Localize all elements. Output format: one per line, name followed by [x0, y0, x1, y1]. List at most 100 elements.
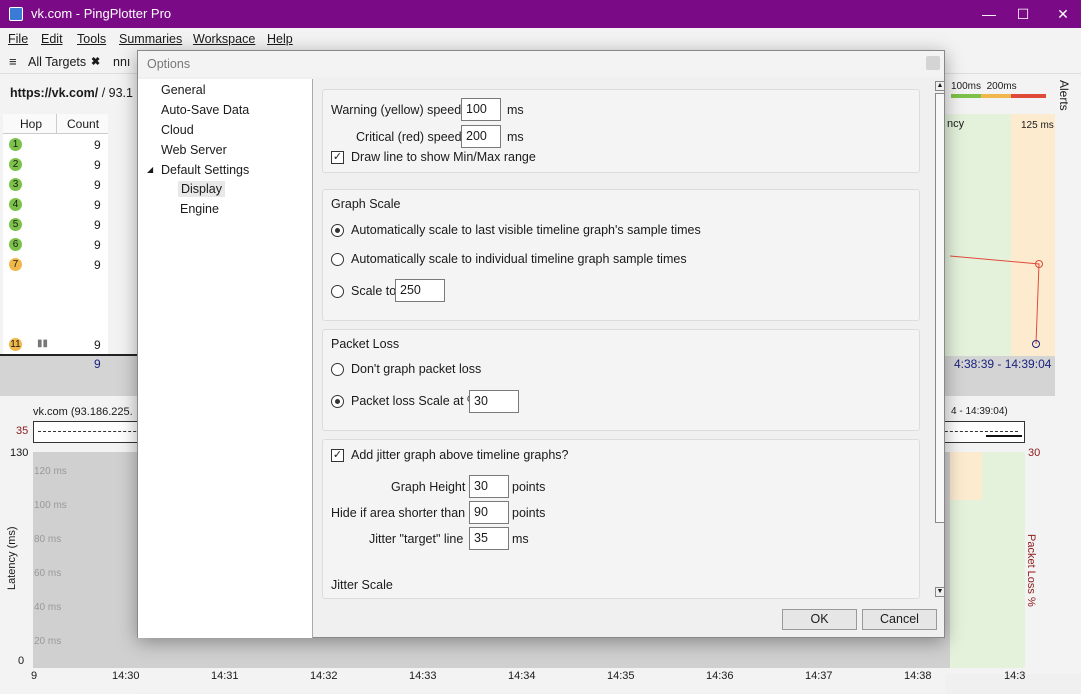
ylabel: Latency (ms) [6, 526, 18, 590]
hop-badge: 5 [9, 218, 22, 231]
x-tick-label: 14:33 [409, 670, 437, 682]
graph-scale-section: Graph Scale Automatically scale to last … [322, 189, 920, 321]
jitter-target-units: ms [512, 532, 529, 546]
packet-loss-axis-label: Packet Loss % [1025, 534, 1037, 607]
tree-default-settings[interactable]: Default Settings [161, 163, 249, 177]
app-icon [9, 7, 23, 21]
scale-individual-label: Automatically scale to individual timeli… [351, 252, 687, 266]
ymin-label: 0 [18, 655, 25, 667]
x-tick-label: 14:30 [112, 670, 140, 682]
x-tick-label: 14:35 [607, 670, 635, 682]
warning-speed-input[interactable]: 100 [461, 98, 501, 121]
hop-badge: 6 [9, 238, 22, 251]
draw-line-label: Draw line to show Min/Max range [351, 150, 536, 164]
menu-file[interactable]: File [8, 32, 28, 46]
x-tick-label: 9 [31, 670, 38, 682]
loss-top-label: 30 [1028, 447, 1041, 459]
tab-all-targets[interactable]: All Targets [28, 55, 86, 69]
hop-count: 9 [94, 178, 101, 192]
add-jitter-label: Add jitter graph above timeline graphs? [351, 448, 569, 462]
hop-count: 9 [94, 238, 101, 252]
grid-label: 40 ms [34, 602, 62, 613]
alerts-tab[interactable]: Alerts [1057, 80, 1071, 111]
draw-line-checkbox[interactable]: ✓ [331, 151, 344, 164]
tree-display[interactable]: Display [178, 181, 225, 197]
tree-cloud[interactable]: Cloud [161, 123, 194, 137]
bar-chart-icon[interactable]: ▮▮ [37, 338, 48, 349]
warning-ms: ms [507, 103, 524, 117]
scale-last-visible-radio[interactable] [331, 224, 344, 237]
graph-height-input[interactable]: 30 [469, 475, 509, 498]
critical-label: Critical (red) speed [356, 130, 462, 144]
tree-engine[interactable]: Engine [180, 202, 219, 216]
tab-close-icon[interactable]: ✖ [91, 55, 100, 68]
jitter-section: ✓ Add jitter graph above timeline graphs… [322, 439, 920, 599]
critical-ms: ms [507, 130, 524, 144]
packet-loss-heading: Packet Loss [331, 337, 400, 351]
jitter-scale-label: 35 [16, 425, 29, 437]
tree-general[interactable]: General [161, 83, 205, 97]
options-tree: General Auto-Save Data Cloud Web Server … [138, 79, 313, 638]
menu-summaries[interactable]: Summaries [119, 32, 182, 46]
dialog-title: Options [138, 51, 944, 77]
jitter-target-label: Jitter "target" line [369, 532, 464, 546]
hide-input[interactable]: 90 [469, 501, 509, 524]
x-tick-label: 14:38 [904, 670, 932, 682]
cancel-button[interactable]: Cancel [862, 609, 937, 630]
critical-speed-input[interactable]: 200 [461, 125, 501, 148]
hop-count: 9 [94, 218, 101, 232]
menu-workspace[interactable]: Workspace [193, 32, 255, 46]
scale-to-input[interactable]: 250 [395, 279, 445, 302]
scroll-thumb[interactable] [935, 93, 945, 523]
total-row: 9 [0, 356, 137, 396]
hop-badge: 7 [9, 258, 22, 271]
hamburger-icon[interactable]: ≡ [9, 54, 17, 69]
trace-line [949, 255, 1043, 348]
col-hop[interactable]: Hop [20, 117, 42, 131]
speed-section: Warning (yellow) speed 100 ms Critical (… [322, 89, 920, 173]
hop-badge: 3 [9, 178, 22, 191]
timeline-title: vk.com (93.186.225. [33, 406, 133, 418]
dialog-close-icon[interactable] [926, 56, 940, 70]
hop-badge: 2 [9, 158, 22, 171]
packet-loss-scale-input[interactable]: 30 [469, 390, 519, 413]
warning-label: Warning (yellow) speed [331, 103, 462, 117]
scale-individual-radio[interactable] [331, 253, 344, 266]
tab-partial[interactable]: nnı [113, 55, 130, 69]
x-tick-label: 14:3 [1004, 670, 1026, 682]
menu-edit[interactable]: Edit [41, 32, 63, 46]
jitter-scale-heading: Jitter Scale [331, 578, 393, 592]
col-count[interactable]: Count [67, 117, 99, 131]
hop-count: 9 [94, 198, 101, 212]
packet-loss-scale-radio[interactable] [331, 395, 344, 408]
no-packet-loss-radio[interactable] [331, 363, 344, 376]
scale-to-radio[interactable] [331, 285, 344, 298]
grid-label: 60 ms [34, 568, 62, 579]
time-range: 4:38:39 - 14:39:04 [954, 357, 1052, 371]
hop-count: 9 [94, 258, 101, 272]
menu-bar: File Edit Tools Summaries Workspace Help [0, 28, 1081, 50]
scale-label: 125 ms [1021, 120, 1054, 131]
x-tick-label: 14:32 [310, 670, 338, 682]
tree-webserver[interactable]: Web Server [161, 143, 227, 157]
menu-help[interactable]: Help [267, 32, 293, 46]
latency-legend: 100ms 200ms [951, 81, 1017, 92]
hop-count: 9 [94, 338, 101, 352]
ok-button[interactable]: OK [782, 609, 857, 630]
total-count: 9 [94, 357, 101, 371]
close-button[interactable]: ✕ [1040, 0, 1081, 28]
menu-tools[interactable]: Tools [77, 32, 106, 46]
tree-autosave[interactable]: Auto-Save Data [161, 103, 249, 117]
graph-height-label: Graph Height [391, 480, 466, 494]
options-scrollbar[interactable]: ▲ ▼ [934, 79, 946, 599]
x-tick-label: 14:37 [805, 670, 833, 682]
x-tick-label: 14:34 [508, 670, 536, 682]
hop-table: Hop Count 1 9 2 9 3 9 4 9 5 9 6 9 7 9 11 ▮▮ 9 [0, 114, 140, 356]
jitter-target-input[interactable]: 35 [469, 527, 509, 550]
expander-icon[interactable]: ◢ [147, 165, 153, 174]
no-packet-loss-label: Don't graph packet loss [351, 362, 482, 376]
add-jitter-checkbox[interactable]: ✓ [331, 449, 344, 462]
scale-last-visible-label: Automatically scale to last visible time… [351, 223, 701, 237]
hop-count: 9 [94, 158, 101, 172]
bottom-range: 4 - 14:39:04) [951, 406, 1008, 417]
